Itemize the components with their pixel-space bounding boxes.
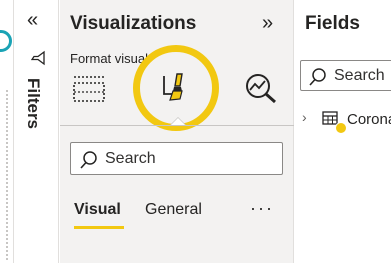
search-input[interactable] bbox=[105, 149, 275, 169]
more-options-button[interactable]: ··· bbox=[250, 198, 274, 219]
analytics-button[interactable] bbox=[242, 72, 280, 108]
table-name: Corona bbox=[347, 111, 391, 128]
format-visual-label: Format visual bbox=[70, 51, 149, 66]
checkmark-badge-icon bbox=[335, 122, 347, 134]
visualizations-pane: Visualizations » Format visual Search Vi… bbox=[60, 0, 294, 263]
filters-pane: « Filters bbox=[15, 0, 59, 263]
canvas-border-dots bbox=[6, 90, 8, 260]
active-tab-indicator bbox=[74, 226, 124, 229]
visualizations-search-box[interactable] bbox=[70, 142, 283, 175]
search-input[interactable] bbox=[334, 66, 391, 86]
filters-label[interactable]: Filters bbox=[23, 78, 43, 129]
table-row[interactable]: › Corona bbox=[300, 108, 391, 134]
tab-general[interactable]: General bbox=[145, 201, 202, 219]
fields-pane: Fields › Corona bbox=[295, 0, 391, 263]
analytics-magnifier-icon bbox=[244, 72, 278, 109]
fields-search-box[interactable] bbox=[300, 60, 391, 91]
divider bbox=[60, 125, 294, 126]
pane-title: Visualizations bbox=[70, 13, 197, 34]
tab-visual[interactable]: Visual bbox=[74, 201, 121, 219]
build-visual-button[interactable] bbox=[70, 72, 108, 108]
funnel-icon bbox=[30, 50, 45, 71]
chevron-right-icon[interactable]: › bbox=[302, 109, 307, 125]
visualizations-collapse-icon[interactable]: » bbox=[262, 12, 273, 35]
search-icon bbox=[79, 150, 99, 175]
pane-title: Fields bbox=[305, 13, 360, 34]
report-canvas-edge bbox=[0, 0, 14, 263]
build-visual-icon bbox=[72, 73, 106, 108]
search-icon bbox=[308, 67, 328, 92]
filters-collapse-icon[interactable]: « bbox=[27, 10, 38, 30]
canvas-visual-fragment bbox=[0, 30, 12, 52]
selection-caret bbox=[171, 118, 185, 125]
